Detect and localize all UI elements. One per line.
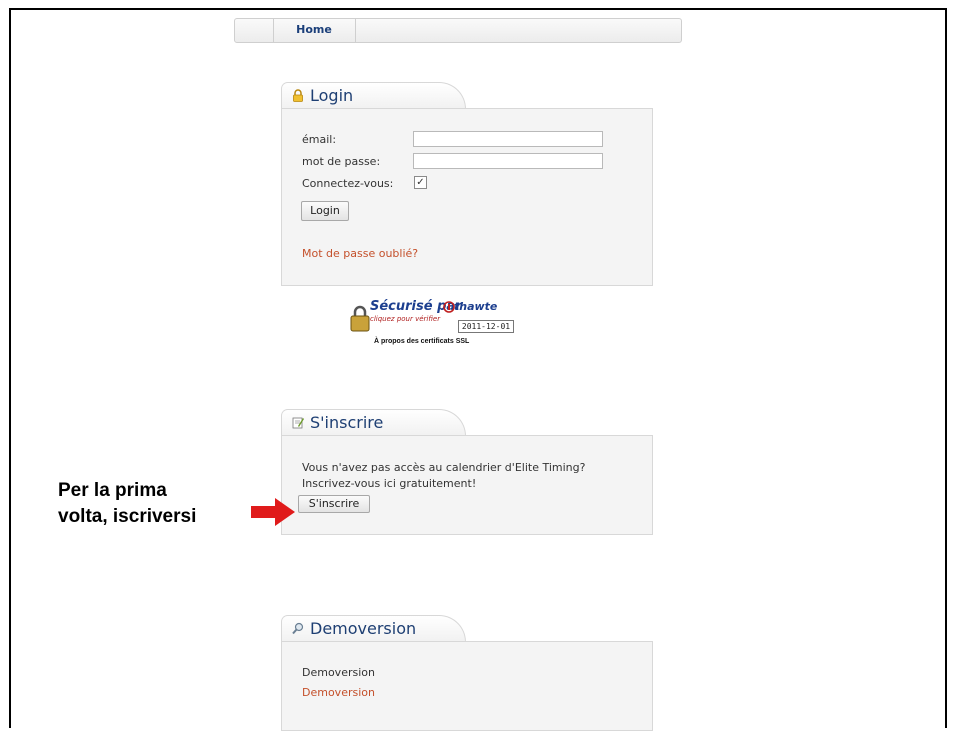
nav-divider: [355, 19, 356, 42]
remember-label: Connectez-vous:: [302, 177, 394, 190]
login-button[interactable]: Login: [301, 201, 349, 221]
demo-panel-tab: Demoversion: [281, 615, 466, 642]
top-nav-bar: Home: [234, 18, 682, 43]
password-field[interactable]: [413, 153, 603, 169]
edit-note-icon: [292, 417, 304, 429]
annotation-line2: volta, iscriversi: [58, 506, 197, 527]
register-panel-tab: S'inscrire: [281, 409, 466, 436]
demo-text: Demoversion: [302, 666, 375, 679]
login-panel-title: Login: [310, 86, 354, 105]
annotation-text: Per la prima volta, iscriversi: [58, 478, 196, 530]
remember-checkbox[interactable]: ✓: [414, 176, 427, 189]
ssl-seal-sub-text: cliquez pour vérifier: [370, 315, 441, 323]
padlock-icon: [350, 305, 370, 332]
register-button[interactable]: S'inscrire: [298, 495, 370, 513]
lock-icon: [293, 89, 303, 102]
password-label: mot de passe:: [302, 155, 381, 168]
forgot-password-link[interactable]: Mot de passe oublié?: [302, 247, 418, 260]
email-label: émail:: [302, 133, 337, 146]
email-field[interactable]: [413, 131, 603, 147]
ssl-seal-date: 2011-12-01: [458, 320, 514, 333]
ssl-seal[interactable]: Sécurisé par cliquez pour vérifier thawt…: [350, 298, 514, 336]
demo-panel-title: Demoversion: [310, 619, 417, 638]
red-arrow-icon: [251, 498, 295, 526]
ssl-seal-brand: thawte: [454, 300, 498, 313]
register-text-line1: Vous n'avez pas accès au calendrier d'El…: [302, 461, 586, 474]
register-text-line2: Inscrivez-vous ici gratuitement!: [302, 477, 477, 490]
nav-home-link[interactable]: Home: [273, 23, 355, 36]
magnifier-icon: [292, 622, 304, 635]
demo-link[interactable]: Demoversion: [302, 686, 375, 699]
register-panel-title: S'inscrire: [310, 413, 384, 432]
login-panel-tab: Login: [281, 82, 466, 109]
ssl-certificate-link[interactable]: À propos des certificats SSL: [374, 338, 469, 345]
annotation-line1: Per la prima: [58, 480, 167, 501]
